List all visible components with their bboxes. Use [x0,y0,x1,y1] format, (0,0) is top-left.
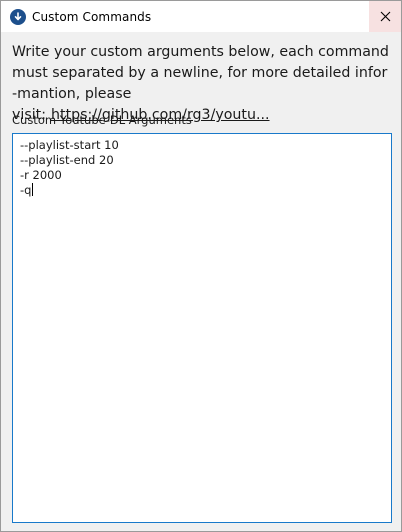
download-arrow-icon [10,8,26,25]
argument-line: -r 2000 [20,168,62,182]
argument-line-text: -q [20,183,32,197]
arguments-textarea[interactable]: --playlist-start 10 --playlist-end 20 -r… [12,133,392,523]
window-title: Custom Commands [32,9,152,24]
arguments-field-label: Custom Youtube-DL Arguments [12,113,192,127]
title-bar[interactable]: Custom Commands [1,1,401,32]
text-caret [32,183,34,196]
close-icon [380,7,391,26]
argument-line: --playlist-start 10 [20,138,119,152]
argument-line: --playlist-end 20 [20,153,114,167]
instructions-line-1: Write your custom arguments below, each … [12,44,389,60]
custom-commands-dialog: Custom Commands Write your custom argume… [0,0,402,532]
argument-line-current: -q [20,183,384,198]
close-button[interactable] [369,1,401,32]
instructions-line-2: must separated by a newline, for more de… [12,65,388,81]
